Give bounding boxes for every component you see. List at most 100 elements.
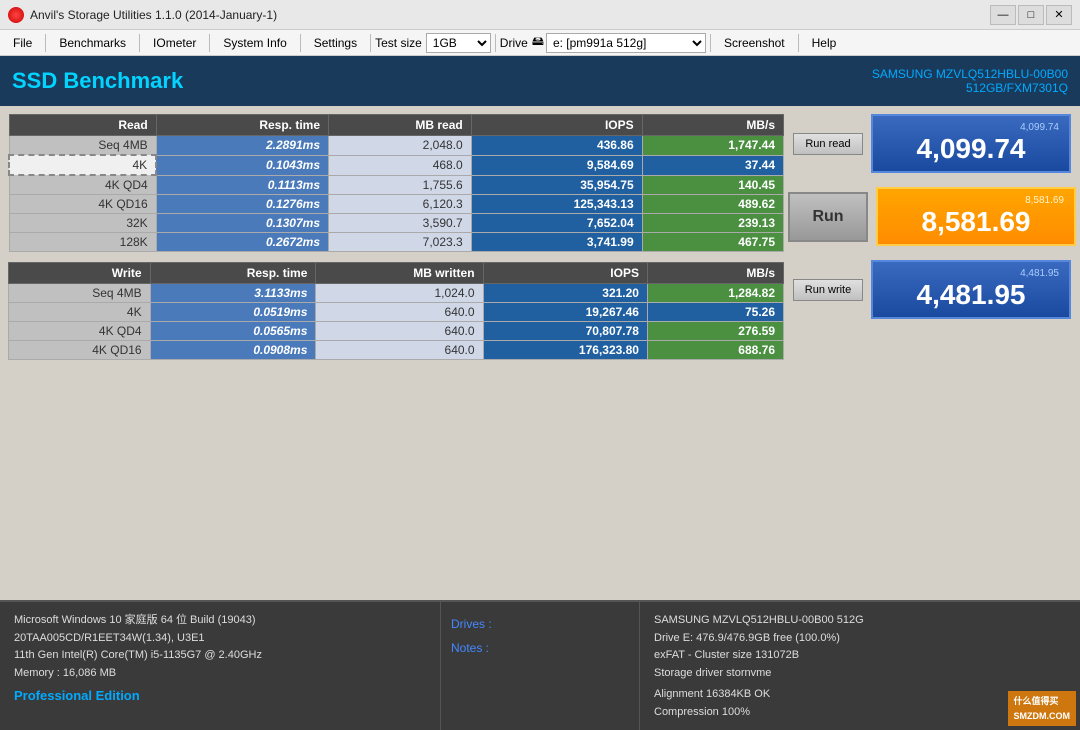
resp-time-cell: 0.1276ms	[156, 195, 328, 214]
mb-read-col-header: MB read	[329, 115, 472, 136]
iops-cell: 125,343.13	[471, 195, 642, 214]
table-row: Seq 4MB 2.2891ms 2,048.0 436.86 1,747.44	[9, 136, 784, 156]
drive-label: Drive	[500, 36, 528, 50]
resp-time-cell: 0.0908ms	[150, 341, 316, 360]
iops-cell: 3,741.99	[471, 233, 642, 252]
run-read-button[interactable]: Run read	[793, 133, 863, 155]
total-score-value: 8,581.69	[888, 206, 1064, 238]
write-score-value: 4,481.95	[883, 279, 1059, 311]
iops-cell: 19,267.46	[483, 303, 647, 322]
resp-time-col-header: Resp. time	[156, 115, 328, 136]
drive-control: Drive 🖴 e: [pm991a 512g]	[500, 32, 706, 53]
run-button[interactable]: Run	[788, 192, 868, 242]
mbs-cell: 688.76	[647, 341, 783, 360]
iops-cell: 70,807.78	[483, 322, 647, 341]
menu-help[interactable]: Help	[803, 32, 846, 54]
table-area: Read Resp. time MB read IOPS MB/s Seq 4M…	[8, 114, 784, 592]
resp-time-cell: 0.1113ms	[156, 175, 328, 195]
table-row: 4K QD4 0.1113ms 1,755.6 35,954.75 140.45	[9, 175, 784, 195]
menu-benchmarks[interactable]: Benchmarks	[50, 32, 135, 54]
benchmark-content: Read Resp. time MB read IOPS MB/s Seq 4M…	[0, 106, 1080, 600]
write-score-label: 4,481.95	[883, 268, 1059, 279]
row-label: 4K	[9, 303, 151, 322]
row-label: 128K	[9, 233, 156, 252]
mbs-cell: 75.26	[647, 303, 783, 322]
read-score-label: 4,099.74	[883, 122, 1059, 133]
mb-cell: 640.0	[316, 303, 483, 322]
window-controls: — □ ✕	[990, 5, 1072, 25]
menu-file[interactable]: File	[4, 32, 41, 54]
menu-sep-4	[300, 34, 301, 52]
run-write-button[interactable]: Run write	[793, 279, 863, 301]
read-score-box: 4,099.74 4,099.74	[871, 114, 1071, 173]
test-size-label: Test size	[375, 36, 422, 50]
bottom-bar: Microsoft Windows 10 家庭版 64 位 Build (190…	[0, 600, 1080, 730]
menu-settings[interactable]: Settings	[305, 32, 366, 54]
drive-info: SAMSUNG MZVLQ512HBLU-00B00 512GB/FXM7301…	[872, 67, 1068, 95]
mb-cell: 1,024.0	[316, 284, 483, 303]
iops-cell: 35,954.75	[471, 175, 642, 195]
ssd-title: SSD Benchmark	[12, 68, 183, 94]
iops-cell: 321.20	[483, 284, 647, 303]
iops-col-header: IOPS	[471, 115, 642, 136]
bottom-right-panel: SAMSUNG MZVLQ512HBLU-00B00 512G Drive E:…	[640, 602, 1080, 730]
resp-time-cell: 0.1043ms	[156, 155, 328, 175]
menu-sep-8	[798, 34, 799, 52]
resp-time-col-header-w: Resp. time	[150, 263, 316, 284]
drive-detail-1: SAMSUNG MZVLQ512HBLU-00B00 512G	[654, 612, 1066, 630]
read-table: Read Resp. time MB read IOPS MB/s Seq 4M…	[8, 114, 784, 252]
mb-cell: 640.0	[316, 341, 483, 360]
drive-model-1: SAMSUNG MZVLQ512HBLU-00B00	[872, 67, 1068, 81]
mb-cell: 1,755.6	[329, 175, 472, 195]
minimize-button[interactable]: —	[990, 5, 1016, 25]
table-row: 128K 0.2672ms 7,023.3 3,741.99 467.75	[9, 233, 784, 252]
total-score-label: 8,581.69	[888, 195, 1064, 206]
main-area: SSD Benchmark SAMSUNG MZVLQ512HBLU-00B00…	[0, 56, 1080, 730]
mbs-cell: 489.62	[642, 195, 783, 214]
menu-screenshot[interactable]: Screenshot	[715, 32, 794, 54]
table-row: 4K 0.1043ms 468.0 9,584.69 37.44	[9, 155, 784, 175]
window-title: Anvil's Storage Utilities 1.1.0 (2014-Ja…	[30, 8, 277, 22]
row-label: 4K QD4	[9, 322, 151, 341]
table-row: 4K QD4 0.0565ms 640.0 70,807.78 276.59	[9, 322, 784, 341]
menu-iometer[interactable]: IOmeter	[144, 32, 205, 54]
ssd-header: SSD Benchmark SAMSUNG MZVLQ512HBLU-00B00…	[0, 56, 1080, 106]
row-label: 4K	[9, 155, 156, 175]
write-col-header: Write	[9, 263, 151, 284]
drive-detail-3: exFAT - Cluster size 131072B	[654, 647, 1066, 665]
iops-cell: 176,323.80	[483, 341, 647, 360]
row-label: 4K QD16	[9, 195, 156, 214]
drive-detail-2: Drive E: 476.9/476.9GB free (100.0%)	[654, 630, 1066, 648]
close-button[interactable]: ✕	[1046, 5, 1072, 25]
row-label: Seq 4MB	[9, 136, 156, 156]
drive-detail-5: Alignment 16384KB OK	[654, 686, 1066, 704]
test-size-control: Test size 1GB 512MB 256MB	[375, 33, 491, 53]
menu-sysinfo[interactable]: System Info	[214, 32, 295, 54]
iops-col-header-w: IOPS	[483, 263, 647, 284]
title-bar: Anvil's Storage Utilities 1.1.0 (2014-Ja…	[0, 0, 1080, 30]
iops-cell: 436.86	[471, 136, 642, 156]
menu-sep-1	[45, 34, 46, 52]
mb-cell: 7,023.3	[329, 233, 472, 252]
resp-time-cell: 0.1307ms	[156, 214, 328, 233]
row-label: 4K QD16	[9, 341, 151, 360]
mbs-col-header-w: MB/s	[647, 263, 783, 284]
resp-time-cell: 2.2891ms	[156, 136, 328, 156]
test-size-select[interactable]: 1GB 512MB 256MB	[426, 33, 491, 53]
bottom-center-panel: Drives : Notes :	[440, 602, 640, 730]
resp-time-cell: 0.2672ms	[156, 233, 328, 252]
iops-cell: 7,652.04	[471, 214, 642, 233]
run-total-row: Run 8,581.69 8,581.69	[788, 187, 1076, 246]
notes-label: Notes :	[451, 636, 629, 660]
resp-time-cell: 0.0519ms	[150, 303, 316, 322]
mb-cell: 3,590.7	[329, 214, 472, 233]
table-row: Seq 4MB 3.1133ms 1,024.0 321.20 1,284.82	[9, 284, 784, 303]
mb-cell: 6,120.3	[329, 195, 472, 214]
drives-label: Drives :	[451, 612, 629, 636]
row-label: Seq 4MB	[9, 284, 151, 303]
table-row: 4K QD16 0.1276ms 6,120.3 125,343.13 489.…	[9, 195, 784, 214]
app-icon	[8, 7, 24, 23]
maximize-button[interactable]: □	[1018, 5, 1044, 25]
mbs-cell: 37.44	[642, 155, 783, 175]
drive-select[interactable]: e: [pm991a 512g]	[546, 33, 706, 53]
